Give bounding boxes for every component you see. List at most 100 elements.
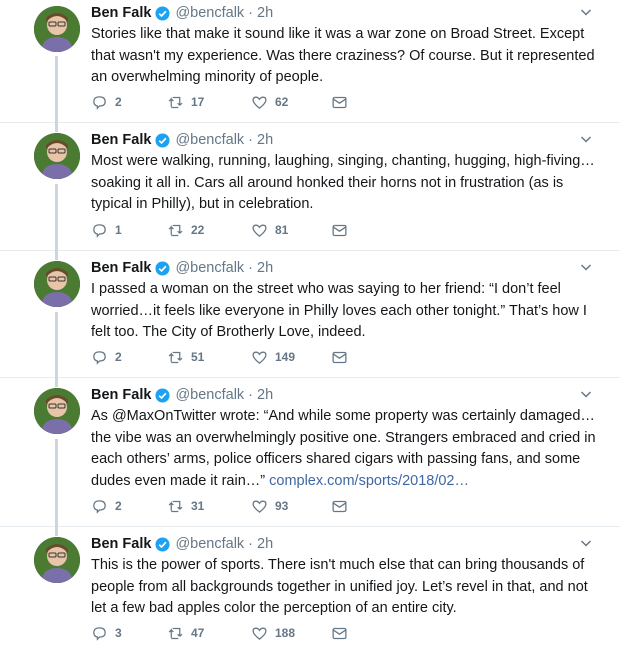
tweet-actions: 2 17 62	[91, 92, 348, 112]
retweet-button[interactable]: 51	[167, 349, 251, 366]
avatar[interactable]	[34, 388, 80, 434]
author-handle[interactable]: @bencfalk	[175, 536, 244, 552]
author-handle[interactable]: @bencfalk	[175, 5, 244, 21]
tweet-text: Most were walking, running, laughing, si…	[91, 153, 595, 212]
avatar[interactable]	[34, 133, 80, 179]
reply-count: 2	[115, 95, 122, 109]
dm-button[interactable]	[331, 349, 348, 366]
separator: ·	[248, 5, 254, 21]
tweet-actions: 3 47 188	[91, 623, 348, 643]
avatar[interactable]	[34, 6, 80, 52]
verified-badge-icon	[155, 536, 170, 552]
thread-connector	[55, 251, 58, 260]
tweet-header: Ben Falk @bencfalk · 2h	[91, 385, 273, 405]
caret-down-icon[interactable]	[580, 261, 592, 273]
tweet[interactable]: Ben Falk @bencfalk · 2h I passed a woman…	[0, 251, 620, 378]
like-count: 62	[275, 95, 289, 109]
tweet[interactable]: Ben Falk @bencfalk · 2h This is the powe…	[0, 527, 620, 654]
verified-badge-icon	[155, 260, 170, 276]
retweet-icon	[168, 627, 183, 639]
timestamp[interactable]: 2h	[257, 387, 273, 403]
timestamp[interactable]: 2h	[257, 536, 273, 552]
thread-connector	[55, 527, 58, 536]
author-name[interactable]: Ben Falk	[91, 536, 151, 552]
retweet-count: 17	[191, 95, 205, 109]
thread-connector	[55, 378, 58, 387]
author-name[interactable]: Ben Falk	[91, 387, 151, 403]
author-handle[interactable]: @bencfalk	[175, 387, 244, 403]
dm-button[interactable]	[331, 222, 348, 239]
like-count: 188	[275, 626, 296, 640]
avatar-image	[34, 133, 80, 179]
thread-connector	[55, 184, 58, 251]
tweet-text: This is the power of sports. There isn't…	[91, 557, 588, 616]
dm-button[interactable]	[331, 498, 348, 515]
avatar-image	[34, 388, 80, 434]
thread-connector	[55, 439, 58, 527]
author-name[interactable]: Ben Falk	[91, 132, 151, 148]
like-icon	[252, 96, 267, 109]
reply-button[interactable]: 2	[91, 349, 167, 366]
tweet-link[interactable]: complex.com/sports/2018/02…	[269, 473, 469, 489]
separator: ·	[248, 536, 254, 552]
reply-icon	[93, 223, 106, 238]
reply-button[interactable]: 3	[91, 625, 167, 642]
thread-timeline: Ben Falk @bencfalk · 2h Stories like tha…	[0, 0, 620, 654]
like-button[interactable]: 81	[251, 222, 331, 239]
like-button[interactable]: 93	[251, 498, 331, 515]
avatar[interactable]	[34, 537, 80, 583]
tweet[interactable]: Ben Falk @bencfalk · 2h As @MaxOnTwitter…	[0, 378, 620, 527]
author-handle[interactable]: @bencfalk	[175, 260, 244, 276]
caret-down-icon[interactable]	[580, 133, 592, 145]
caret-down-icon[interactable]	[580, 388, 592, 400]
retweet-button[interactable]: 31	[167, 498, 251, 515]
like-icon	[252, 351, 267, 364]
dm-icon	[332, 224, 347, 236]
caret-down-icon[interactable]	[580, 6, 592, 18]
author-handle[interactable]: @bencfalk	[175, 132, 244, 148]
dm-button[interactable]	[331, 625, 348, 642]
reply-icon	[93, 350, 106, 365]
tweet-text: I passed a woman on the street who was s…	[91, 281, 587, 340]
tweet[interactable]: Ben Falk @bencfalk · 2h Stories like tha…	[0, 0, 620, 123]
dm-icon	[332, 96, 347, 108]
dm-button[interactable]	[331, 94, 348, 111]
tweet-text: Stories like that make it sound like it …	[91, 26, 595, 85]
timestamp[interactable]: 2h	[257, 5, 273, 21]
like-button[interactable]: 62	[251, 94, 331, 111]
reply-icon	[93, 499, 106, 514]
reply-button[interactable]: 2	[91, 94, 167, 111]
dm-icon	[332, 627, 347, 639]
tweet-header: Ben Falk @bencfalk · 2h	[91, 258, 273, 278]
timestamp[interactable]: 2h	[257, 132, 273, 148]
verified-badge-icon	[155, 387, 170, 403]
retweet-icon	[168, 500, 183, 512]
caret-down-icon[interactable]	[580, 537, 592, 549]
reply-button[interactable]: 1	[91, 222, 167, 239]
author-name[interactable]: Ben Falk	[91, 5, 151, 21]
separator: ·	[248, 260, 254, 276]
like-button[interactable]: 188	[251, 625, 331, 642]
like-button[interactable]: 149	[251, 349, 331, 366]
reply-count: 2	[115, 350, 122, 364]
retweet-button[interactable]: 17	[167, 94, 251, 111]
like-count: 81	[275, 223, 289, 237]
author-name[interactable]: Ben Falk	[91, 260, 151, 276]
tweet-actions: 2 31 93	[91, 496, 348, 516]
tweet[interactable]: Ben Falk @bencfalk · 2h Most were walkin…	[0, 123, 620, 251]
reply-icon	[93, 626, 106, 641]
retweet-button[interactable]: 22	[167, 222, 251, 239]
reply-button[interactable]: 2	[91, 498, 167, 515]
retweet-count: 47	[191, 626, 205, 640]
retweet-button[interactable]: 47	[167, 625, 251, 642]
retweet-icon	[168, 351, 183, 363]
separator: ·	[248, 387, 254, 403]
timestamp[interactable]: 2h	[257, 260, 273, 276]
avatar-image	[34, 261, 80, 307]
retweet-count: 22	[191, 223, 205, 237]
tweet-text: As @MaxOnTwitter wrote: “And while some …	[91, 406, 601, 492]
verified-badge-icon	[155, 132, 170, 148]
reply-count: 3	[115, 626, 122, 640]
avatar[interactable]	[34, 261, 80, 307]
tweet-actions: 2 51 149	[91, 347, 348, 367]
